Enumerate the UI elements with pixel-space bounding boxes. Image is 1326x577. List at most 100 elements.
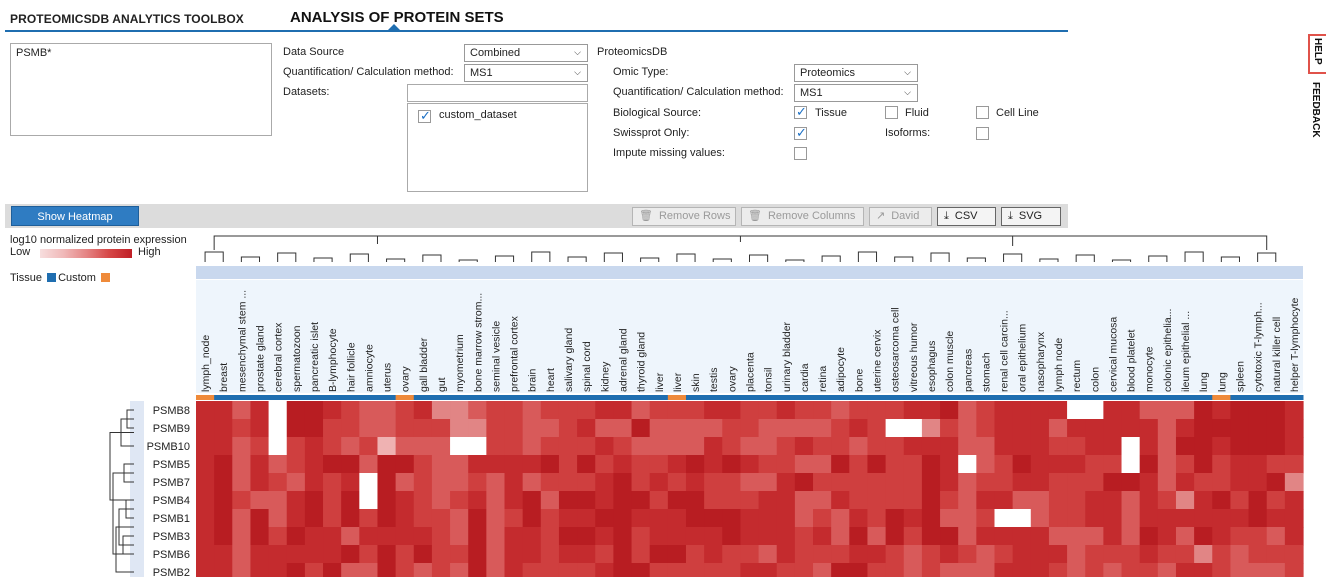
heatmap-cell xyxy=(214,545,233,564)
heatmap-cell xyxy=(341,491,360,510)
heatmap-cell xyxy=(595,401,614,420)
heatmap-cell xyxy=(958,473,977,492)
heatmap-cell xyxy=(595,545,614,564)
heatmap-cell xyxy=(685,419,705,438)
heatmap-cell xyxy=(1012,509,1032,528)
heatmap-cell xyxy=(1230,455,1250,474)
heatmap-cell xyxy=(976,527,996,546)
heatmap-cell xyxy=(268,527,288,546)
heatmap-cell xyxy=(940,455,959,474)
heatmap-cell xyxy=(685,545,705,564)
heatmap-cell xyxy=(395,527,415,546)
heatmap-cell xyxy=(831,437,850,456)
heatmap-cell xyxy=(1212,437,1232,456)
heatmap-cell xyxy=(286,527,306,546)
heatmap-cell xyxy=(577,509,596,528)
column-source-marker xyxy=(958,395,977,400)
heatmap-cell xyxy=(704,419,723,438)
heatmap-cell xyxy=(1230,545,1250,564)
heatmap-cell xyxy=(540,545,560,564)
heatmap-cell xyxy=(431,563,451,577)
heatmap-cell xyxy=(450,509,469,528)
heatmap-cell xyxy=(831,455,850,474)
heatmap-cell xyxy=(685,509,705,528)
row-label: PSMB9 xyxy=(153,423,190,435)
heatmap-cell xyxy=(1284,455,1304,474)
heatmap-cell xyxy=(232,401,252,420)
heatmap-cell xyxy=(722,509,742,528)
heatmap-cell xyxy=(214,437,233,456)
column-source-marker xyxy=(1266,395,1286,400)
heatmap-cell xyxy=(1284,545,1304,564)
heatmap-cell xyxy=(958,455,977,474)
heatmap-cell xyxy=(595,509,614,528)
heatmap-cell xyxy=(631,419,651,438)
heatmap-cell xyxy=(631,509,651,528)
heatmap-cell xyxy=(994,491,1014,510)
heatmap-cell xyxy=(758,545,778,564)
heatmap-cell xyxy=(704,509,723,528)
heatmap-cell xyxy=(940,401,959,420)
heatmap-cell xyxy=(196,419,215,438)
heatmap-cell xyxy=(341,473,360,492)
heatmap-cell xyxy=(304,401,324,420)
heatmap-cell xyxy=(286,563,306,577)
heatmap-cell xyxy=(704,401,723,420)
heatmap-cell xyxy=(704,473,723,492)
column-source-marker xyxy=(1284,395,1304,400)
heatmap-cell xyxy=(976,509,996,528)
heatmap-cell xyxy=(1139,473,1159,492)
heatmap-cell xyxy=(377,419,397,438)
column-source-marker xyxy=(849,395,868,400)
heatmap-cell xyxy=(740,509,760,528)
heatmap-cell xyxy=(468,491,487,510)
heatmap-cell xyxy=(831,545,850,564)
heatmap-cell xyxy=(450,455,469,474)
heatmap-cell xyxy=(1103,545,1123,564)
heatmap-cell xyxy=(1212,527,1232,546)
heatmap-cell xyxy=(540,473,560,492)
heatmap-cell xyxy=(1248,527,1268,546)
heatmap-cell xyxy=(813,563,832,577)
column-label: adipocyte xyxy=(835,347,847,392)
heatmap-cell xyxy=(413,473,433,492)
heatmap-cell xyxy=(232,419,252,438)
heatmap-cell xyxy=(758,527,778,546)
heatmap-cell xyxy=(1194,419,1213,438)
column-label: skin xyxy=(690,373,702,392)
heatmap-cell xyxy=(849,491,869,510)
column-source-marker xyxy=(740,395,760,400)
heatmap-cell xyxy=(1230,527,1250,546)
heatmap-cell xyxy=(486,437,506,456)
heatmap-cell xyxy=(1194,491,1213,510)
heatmap-cell xyxy=(1230,509,1250,528)
heatmap-cell xyxy=(268,563,288,577)
heatmap-cell xyxy=(1103,455,1123,474)
heatmap-cell xyxy=(558,491,578,510)
heatmap-cell xyxy=(1030,455,1050,474)
heatmap-cell xyxy=(613,473,633,492)
heatmap-cell xyxy=(1157,545,1177,564)
column-label: helper T-lymphocyte xyxy=(1289,297,1301,392)
heatmap-cell xyxy=(214,509,233,528)
heatmap-cell xyxy=(849,437,869,456)
heatmap-cell xyxy=(903,473,923,492)
column-source-marker xyxy=(685,395,705,400)
heatmap-cell xyxy=(867,563,887,577)
heatmap-cell xyxy=(504,509,524,528)
heatmap-cell xyxy=(196,437,215,456)
column-source-marker xyxy=(214,395,233,400)
heatmap-cell xyxy=(722,437,742,456)
heatmap-cell xyxy=(994,509,1014,528)
heatmap-cell xyxy=(450,545,469,564)
heatmap-cell xyxy=(794,437,814,456)
column-source-marker xyxy=(341,395,360,400)
heatmap-cell xyxy=(1230,419,1250,438)
column-label: cardia xyxy=(799,363,811,392)
heatmap-cell xyxy=(1030,401,1050,420)
heatmap-cell xyxy=(831,491,850,510)
heatmap-cell xyxy=(831,527,850,546)
heatmap-cell xyxy=(885,491,905,510)
heatmap-cell xyxy=(994,419,1014,438)
heatmap-cell xyxy=(1103,473,1123,492)
